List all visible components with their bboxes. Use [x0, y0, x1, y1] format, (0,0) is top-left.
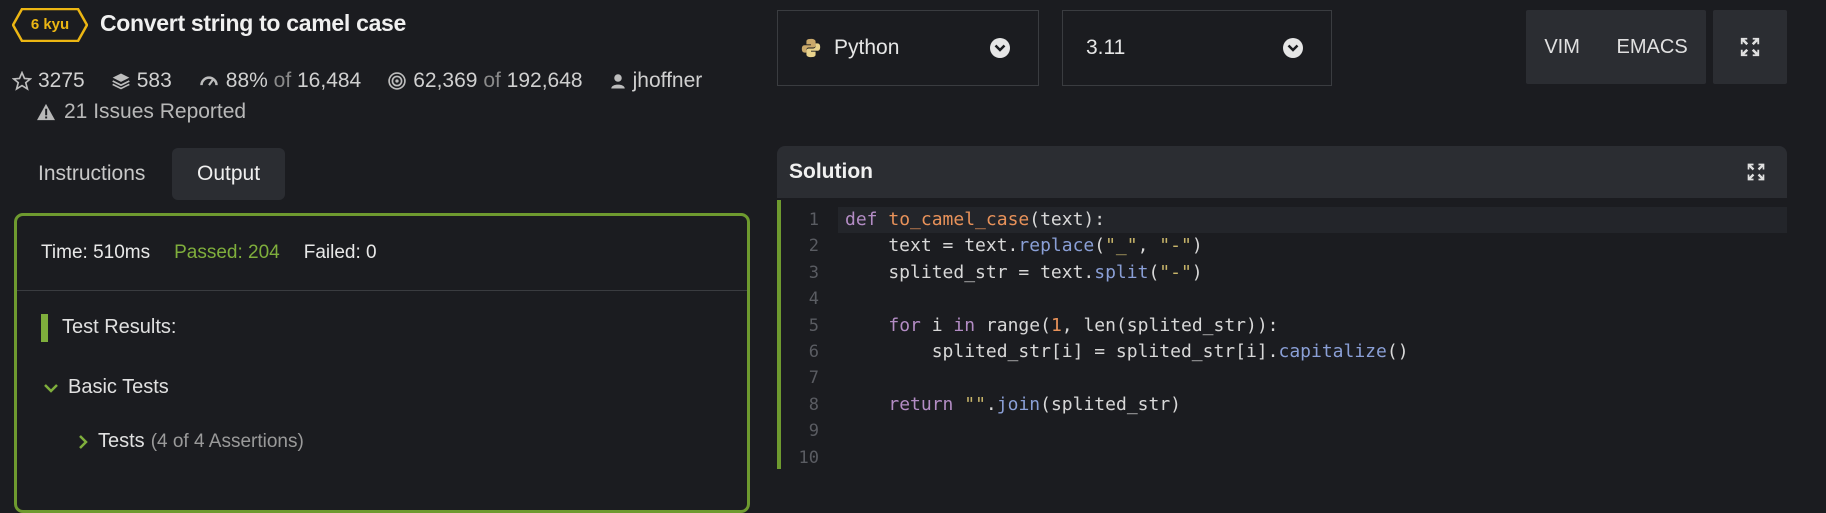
language-value: Python [834, 36, 900, 59]
tab-output[interactable]: Output [172, 148, 286, 200]
version-select[interactable]: 3.11 [1062, 10, 1332, 86]
completed-stat: 62,369 of 192,648 [387, 69, 583, 93]
line-number: 5 [808, 315, 819, 336]
line-number: 6 [808, 341, 819, 362]
tests-label: Tests [98, 430, 145, 452]
expand-icon [1740, 37, 1760, 57]
line-number: 1 [808, 210, 819, 230]
basic-tests-label: Basic Tests [68, 376, 169, 398]
star-icon [12, 71, 32, 91]
results-heading: Test Results: [62, 316, 177, 338]
line-number: 10 [798, 447, 819, 468]
editor-mode-toggle: VIM EMACS [1526, 10, 1706, 84]
results-accent-bar [41, 314, 48, 342]
emacs-mode-button[interactable]: EMACS [1617, 36, 1688, 59]
tests-subgroup[interactable]: Tests (4 of 4 Assertions) [78, 430, 304, 453]
test-failed: Failed: 0 [303, 242, 377, 263]
author-stat[interactable]: jhoffner [609, 69, 703, 93]
test-summary: Time: 510ms Passed: 204 Failed: 0 [41, 242, 377, 264]
kata-stats: 3275 583 88% of 16,484 62,369 of 192,648… [12, 68, 728, 94]
gauge-icon [200, 76, 218, 86]
solution-header [777, 146, 1787, 198]
tab-instructions[interactable]: Instructions [13, 148, 170, 200]
satisfaction-rate: 88% [225, 69, 268, 92]
line-number: 9 [808, 421, 819, 442]
collections-stat[interactable]: 583 [111, 69, 172, 93]
code-line: splited_str[i] = splited_str[i].capitali… [845, 340, 1409, 362]
target-icon [388, 72, 406, 90]
satisfaction-stat: 88% of 16,484 [198, 69, 361, 93]
author-name[interactable]: jhoffner [633, 69, 703, 93]
fullscreen-button[interactable] [1713, 10, 1787, 84]
completed-of: of [483, 69, 501, 92]
expand-icon [1747, 163, 1765, 181]
test-passed: Passed: 204 [174, 242, 280, 263]
rank-badge: 6 kyu [12, 8, 88, 42]
chevron-down-icon [990, 38, 1010, 58]
tests-assertions: (4 of 4 Assertions) [150, 430, 304, 452]
basic-tests-group[interactable]: Basic Tests [44, 376, 169, 399]
output-divider [17, 290, 747, 291]
code-line: splited_str = text.split("-") [845, 261, 1203, 283]
code-content[interactable]: def to_camel_case(text): text = text.rep… [845, 207, 1409, 471]
solution-title: Solution [789, 160, 873, 183]
issues-label: 21 Issues Reported [64, 100, 247, 123]
line-number: 7 [808, 368, 819, 389]
stars-count: 3275 [38, 69, 85, 92]
test-time: Time: 510ms [41, 242, 151, 263]
line-number: 3 [808, 262, 819, 283]
rank-label: 6 kyu [30, 16, 70, 33]
stars-stat[interactable]: 3275 [12, 69, 85, 93]
line-numbers: 1 2 3 4 5 6 7 8 9 10 [781, 207, 819, 471]
python-icon [801, 38, 821, 58]
completed-total: 192,648 [506, 69, 583, 92]
line-number: 2 [808, 236, 819, 257]
chevron-right-icon [79, 434, 88, 449]
solution-expand-button[interactable] [1746, 162, 1766, 187]
kata-title: Convert string to camel case [100, 10, 407, 36]
language-select[interactable]: Python [777, 10, 1039, 86]
layers-icon [112, 73, 130, 90]
code-line: text = text.replace("_", "-") [845, 235, 1203, 257]
warning-icon [37, 103, 55, 121]
collections-count: 583 [136, 69, 172, 92]
chevron-down-icon [44, 383, 58, 393]
line-number: 8 [808, 394, 819, 415]
completed-count: 62,369 [413, 69, 478, 92]
satisfaction-total: 16,484 [297, 69, 362, 92]
chevron-down-icon [1283, 38, 1303, 58]
code-line: return "".join(splited_str) [888, 393, 1182, 415]
user-icon [610, 74, 625, 89]
line-number: 4 [808, 289, 819, 310]
code-line: def to_camel_case(text): [845, 209, 1106, 230]
satisfaction-of: of [273, 69, 292, 92]
code-line: for i in range(1, len(splited_str)): [888, 314, 1279, 336]
vim-mode-button[interactable]: VIM [1544, 36, 1580, 59]
version-value: 3.11 [1086, 36, 1126, 59]
issues-link[interactable]: 21 Issues Reported [36, 100, 246, 124]
